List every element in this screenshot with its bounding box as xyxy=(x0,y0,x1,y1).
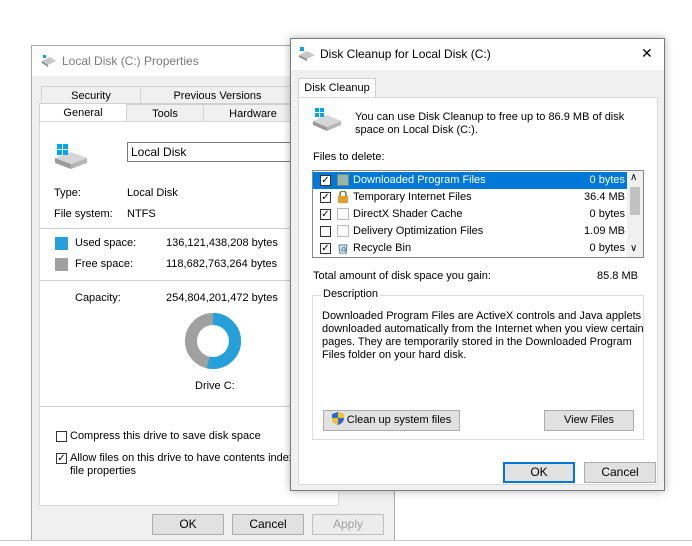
file-name: Delivery Optimization Files xyxy=(353,225,484,237)
list-item[interactable]: ✓ DirectX Shader Cache 0 bytes xyxy=(313,206,629,223)
tab-tools[interactable]: Tools xyxy=(126,104,204,122)
cleanup-cancel-button[interactable]: Cancel xyxy=(584,462,656,483)
file-size: 0 bytes xyxy=(589,208,625,220)
cleanup-titlebar[interactable]: Disk Cleanup for Local Disk (C:) ✕ xyxy=(291,39,664,70)
cleanup-title: Disk Cleanup for Local Disk (C:) xyxy=(320,47,491,61)
file-size: 1.09 MB xyxy=(584,225,625,237)
file-name: Downloaded Program Files xyxy=(353,174,486,186)
recycle-bin-icon: ♻ xyxy=(338,244,348,254)
tab-hardware[interactable]: Hardware xyxy=(203,104,303,122)
list-item[interactable]: ✓ ♻ Recycle Bin 0 bytes xyxy=(313,240,629,257)
files-to-delete-label: Files to delete: xyxy=(313,151,385,163)
file-name: Temporary Internet Files xyxy=(353,191,472,203)
capacity-label: Capacity: xyxy=(75,292,121,304)
list-item[interactable]: Delivery Optimization Files 1.09 MB xyxy=(313,223,629,240)
blank-file-icon xyxy=(337,208,349,220)
drive-caption: Drive C: xyxy=(195,380,235,392)
index-checkbox[interactable]: ✓ xyxy=(56,453,67,464)
tab-label: General xyxy=(63,107,103,119)
tab-general[interactable]: General xyxy=(39,103,127,123)
lock-icon xyxy=(338,191,348,203)
filesystem-label: File system: xyxy=(54,208,113,220)
file-size: 36.4 MB xyxy=(584,191,625,203)
view-files-button[interactable]: View Files xyxy=(544,410,634,431)
files-list[interactable]: ✓ Downloaded Program Files 0 bytes ✓ Tem… xyxy=(312,170,644,258)
svg-text:♻: ♻ xyxy=(341,246,347,254)
used-space-value: 136,121,438,208 bytes xyxy=(166,237,278,249)
description-line1: Downloaded Program Files are ActiveX con… xyxy=(322,310,642,322)
clean-up-system-files-button[interactable]: Clean up system files xyxy=(323,410,460,431)
compress-checkbox[interactable] xyxy=(56,431,67,442)
properties-apply-button[interactable]: Apply xyxy=(312,514,384,535)
file-checkbox[interactable]: ✓ xyxy=(320,243,331,254)
cleanup-ok-button[interactable]: OK xyxy=(503,462,575,483)
properties-title: Local Disk (C:) Properties xyxy=(62,54,199,68)
type-value: Local Disk xyxy=(127,187,178,199)
file-checkbox[interactable]: ✓ xyxy=(320,175,331,186)
description-line4: Files folder on your hard disk. xyxy=(322,349,467,361)
intro-line1: You can use Disk Cleanup to free up to 8… xyxy=(355,111,625,123)
used-color-swatch xyxy=(55,237,68,250)
properties-cancel-button[interactable]: Cancel xyxy=(232,514,304,535)
close-icon[interactable]: ✕ xyxy=(641,45,653,62)
disk-usage-donut xyxy=(185,313,241,369)
intro-line2: space on Local Disk (C:). xyxy=(355,124,478,136)
drive-icon xyxy=(313,108,341,131)
tab-label: Security xyxy=(71,90,111,102)
tab-label: Disk Cleanup xyxy=(304,82,370,94)
description-line2: downloaded automatically from the Intern… xyxy=(322,323,644,335)
shield-icon xyxy=(331,412,344,425)
tab-previous-versions[interactable]: Previous Versions xyxy=(140,86,295,104)
blank-file-icon xyxy=(337,225,349,237)
file-name: Recycle Bin xyxy=(353,242,412,254)
folder-icon xyxy=(337,174,349,186)
files-list-scrollbar[interactable]: ∧ ∨ xyxy=(627,171,643,257)
description-group: Description Downloaded Program Files are… xyxy=(312,288,644,440)
tab-label: Tools xyxy=(152,108,178,120)
chevron-up-icon[interactable]: ∧ xyxy=(630,172,637,183)
description-line3: pages. They are temporarily stored in th… xyxy=(322,336,632,348)
drive-icon xyxy=(299,47,315,61)
free-space-value: 118,682,763,264 bytes xyxy=(166,258,278,270)
total-gain-value: 85.8 MB xyxy=(597,270,638,282)
chevron-down-icon[interactable]: ∨ xyxy=(630,243,637,254)
file-checkbox[interactable]: ✓ xyxy=(320,209,331,220)
total-gain-label: Total amount of disk space you gain: xyxy=(313,270,491,282)
type-label: Type: xyxy=(54,187,81,199)
drive-icon xyxy=(55,144,87,169)
index-label-line1: Allow files on this drive to have conten… xyxy=(70,452,301,464)
description-label: Description xyxy=(321,288,381,300)
file-checkbox[interactable] xyxy=(320,226,331,237)
disk-cleanup-window: Disk Cleanup for Local Disk (C:) ✕ Disk … xyxy=(290,38,665,491)
index-label-line2: file properties xyxy=(70,465,137,477)
file-size: 0 bytes xyxy=(589,174,625,186)
drive-icon xyxy=(42,55,56,67)
compress-label: Compress this drive to save disk space xyxy=(70,430,261,442)
filesystem-value: NTFS xyxy=(127,208,156,220)
capacity-value: 254,804,201,472 bytes xyxy=(166,292,278,304)
clean-up-system-files-label: Clean up system files xyxy=(346,414,452,426)
list-item[interactable]: ✓ Downloaded Program Files 0 bytes xyxy=(313,172,629,189)
list-item[interactable]: ✓ Temporary Internet Files 36.4 MB xyxy=(313,189,629,206)
free-color-swatch xyxy=(55,258,68,271)
properties-ok-button[interactable]: OK xyxy=(152,514,224,535)
taskbar-edge xyxy=(0,540,692,546)
scrollbar-thumb[interactable] xyxy=(630,187,640,215)
file-name: DirectX Shader Cache xyxy=(353,208,463,220)
tab-label: Previous Versions xyxy=(173,90,262,102)
tab-disk-cleanup[interactable]: Disk Cleanup xyxy=(298,78,376,98)
used-space-label: Used space: xyxy=(75,237,137,249)
tab-label: Hardware xyxy=(229,108,277,120)
tab-security[interactable]: Security xyxy=(41,86,141,104)
free-space-label: Free space: xyxy=(75,258,134,270)
file-size: 0 bytes xyxy=(589,242,625,254)
file-checkbox[interactable]: ✓ xyxy=(320,192,331,203)
